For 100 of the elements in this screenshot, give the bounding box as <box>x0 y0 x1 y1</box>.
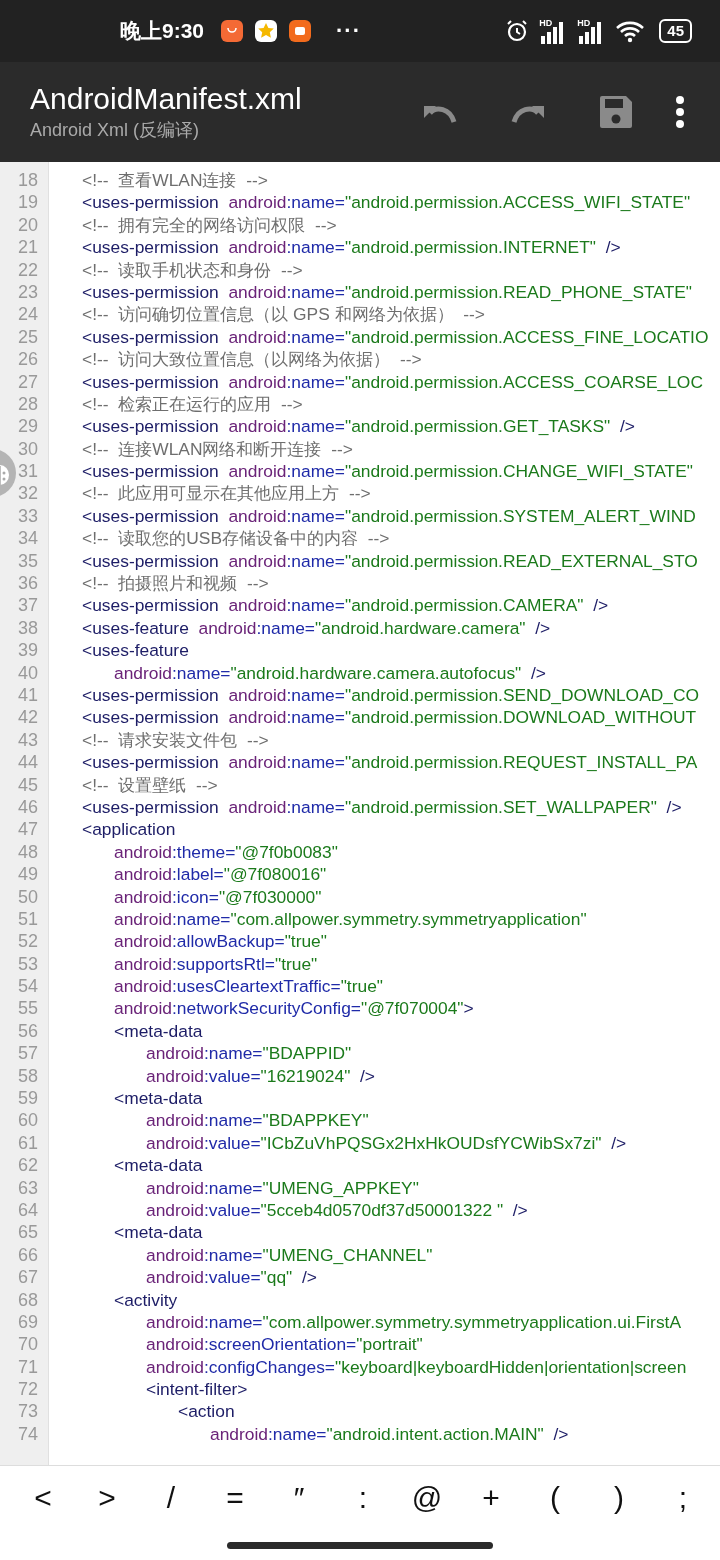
code-line: <meta-data <box>114 1019 203 1043</box>
home-indicator[interactable] <box>227 1541 493 1549</box>
save-icon <box>598 94 634 130</box>
line-number: 57 <box>17 1042 39 1065</box>
code-line: <meta-data <box>114 1221 203 1244</box>
code-line: <uses-permission android:name="android.permission.READ_PHONE_STATE" <box>82 280 693 304</box>
wifi-icon <box>615 19 646 43</box>
line-number: 40 <box>17 661 39 684</box>
code-line: <intent-filter> <box>146 1378 248 1401</box>
more-notifications: ··· <box>336 18 361 44</box>
line-number: 72 <box>17 1378 39 1401</box>
code-line: android:label="@7f080016" <box>114 863 327 886</box>
line-number: 59 <box>17 1087 39 1110</box>
line-number: 22 <box>17 258 39 281</box>
battery-level: 45 <box>659 19 692 43</box>
line-number: 29 <box>17 415 39 438</box>
line-number: 28 <box>17 392 39 416</box>
line-number: 63 <box>17 1176 39 1199</box>
line-number: 44 <box>17 751 39 774</box>
line-number: 46 <box>17 795 39 819</box>
code-line: android:theme="@7f0b0083" <box>114 840 338 864</box>
code-line: android:value="ICbZuVhPQSGx2HxHkOUDsfYCWibSx7zi" /> <box>146 1131 627 1155</box>
code-line: android:supportsRtl="true" <box>114 952 318 976</box>
code-line: android:value="16219024" /> <box>146 1064 375 1087</box>
code-line: <!-- 连接WLAN网络和断开连接 --> <box>82 437 353 461</box>
line-number: 26 <box>17 348 39 371</box>
code-line: <uses-permission android:name="android.permission.SYSTEM_ALERT_WIND <box>82 504 696 528</box>
code-line: android:allowBackup="true" <box>114 930 327 953</box>
symbol-key[interactable]: ; <box>651 1470 715 1526</box>
network-type-label: HD <box>577 18 591 28</box>
code-line: <application <box>82 818 176 841</box>
code-line: <!-- 访问大致位置信息（以网络为依据） --> <box>82 348 422 371</box>
line-number: 51 <box>17 907 39 931</box>
code-line: <uses-permission android:name="android.permission.REQUEST_INSTALL_PA <box>82 751 698 774</box>
symbol-key[interactable]: + <box>459 1470 523 1526</box>
code-line: <meta-data <box>114 1154 203 1177</box>
line-number: 49 <box>17 863 39 886</box>
symbol-key[interactable]: > <box>75 1470 139 1526</box>
line-number: 56 <box>17 1019 39 1043</box>
symbol-key[interactable]: ) <box>587 1470 651 1526</box>
line-number: 54 <box>17 975 39 998</box>
file-title: AndroidManifest.xml <box>30 82 303 116</box>
code-line: android:name="UMENG_APPKEY" <box>146 1176 419 1199</box>
code-line: <!-- 查看WLAN连接 --> <box>82 169 268 192</box>
file-type-subtitle: Android Xml (反编译) <box>30 119 201 142</box>
code-line: <!-- 检索正在运行的应用 --> <box>82 392 303 416</box>
code-line: <!-- 拥有完全的网络访问权限 --> <box>82 213 337 237</box>
line-number: 42 <box>17 706 39 729</box>
line-number: 30 <box>17 437 39 461</box>
code-line: android:configChanges="keyboard|keyboardHidden|orientation|screen <box>146 1355 687 1379</box>
line-number: 71 <box>17 1355 39 1379</box>
clock-time: 晚上9:30 <box>120 18 205 44</box>
line-number: 67 <box>17 1266 39 1289</box>
line-number: 18 <box>17 169 39 192</box>
code-line: <!-- 读取手机状态和身份 --> <box>82 258 303 281</box>
code-line: android:networkSecurityConfig="@7f070004"> <box>114 997 474 1020</box>
line-number: 45 <box>17 773 39 796</box>
line-number: 64 <box>17 1198 39 1222</box>
more-icon <box>675 96 685 128</box>
symbol-key[interactable]: : <box>331 1470 395 1526</box>
line-number: 68 <box>17 1288 39 1311</box>
app-icon <box>288 19 313 43</box>
line-number: 41 <box>17 684 39 707</box>
code-line: <uses-permission android:name="android.permission.READ_EXTERNAL_STO <box>82 549 698 573</box>
line-number: 25 <box>17 325 39 349</box>
code-line: <uses-permission android:name="android.permission.SET_WALLPAPER" /> <box>82 795 682 819</box>
code-line: android:screenOrientation="portrait" <box>146 1333 423 1356</box>
symbol-key[interactable]: < <box>11 1470 75 1526</box>
symbol-key[interactable]: / <box>139 1470 203 1526</box>
code-line: android:name="android.intent.action.MAIN" /> <box>210 1422 569 1446</box>
code-line: android:name="BDAPPID" <box>146 1042 352 1065</box>
line-number: 20 <box>17 213 39 237</box>
code-line: <action <box>178 1400 235 1423</box>
symbol-key[interactable]: ( <box>523 1470 587 1526</box>
code-line: <uses-permission android:name="android.permission.CAMERA" /> <box>82 594 609 617</box>
code-line: <uses-permission android:name="android.permission.ACCESS_WIFI_STATE" <box>82 191 691 214</box>
line-number: 24 <box>17 303 39 326</box>
code-line: <uses-feature android:name="android.hardware.camera" /> <box>82 616 551 640</box>
code-line: android:value="qq" /> <box>146 1266 317 1289</box>
code-line: <activity <box>114 1288 178 1311</box>
line-number: 53 <box>17 952 39 976</box>
line-number: 60 <box>17 1109 39 1132</box>
line-number: 36 <box>17 572 39 595</box>
symbol-key[interactable]: = <box>203 1470 267 1526</box>
line-number: 23 <box>17 280 39 304</box>
line-number: 58 <box>17 1064 39 1087</box>
line-number: 39 <box>17 639 39 662</box>
code-line: android:name="com.allpower.symmetry.symmetryapplication.ui.FirstA <box>146 1310 681 1334</box>
code-line: <!-- 访问确切位置信息（以 GPS 和网络为依据） --> <box>82 303 486 326</box>
code-line: <!-- 此应用可显示在其他应用上方 --> <box>82 482 371 505</box>
code-line: <uses-permission android:name="android.permission.INTERNET" /> <box>82 236 621 259</box>
line-number: 73 <box>17 1400 39 1423</box>
symbol-key[interactable]: ″ <box>267 1470 331 1526</box>
line-number: 55 <box>17 997 39 1020</box>
line-number: 62 <box>17 1154 39 1177</box>
code-line: android:name="UMENG_CHANNEL" <box>146 1243 433 1267</box>
symbol-key[interactable]: @ <box>395 1470 459 1526</box>
line-number: 21 <box>17 236 39 259</box>
code-line: <uses-permission android:name="android.permission.GET_TASKS" /> <box>82 415 635 438</box>
line-number: 69 <box>17 1310 39 1334</box>
